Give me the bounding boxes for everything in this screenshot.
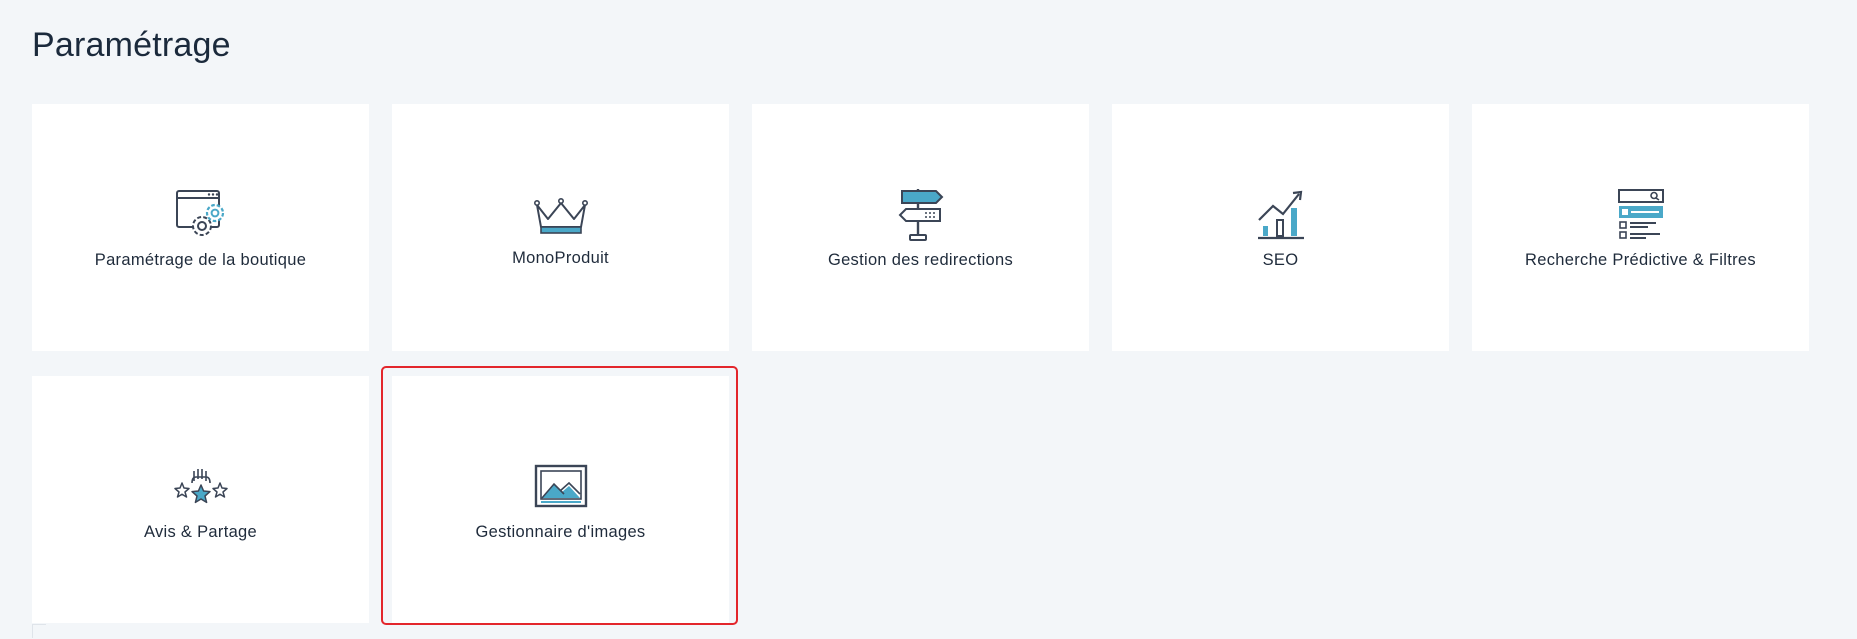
crown-icon xyxy=(531,187,591,247)
tile-redirections[interactable]: Gestion des redirections xyxy=(752,104,1089,351)
shop-settings-icon xyxy=(171,185,231,245)
tile-image-manager[interactable]: Gestionnaire d'images xyxy=(392,376,729,623)
tile-label: MonoProduit xyxy=(512,249,609,267)
corner-marker xyxy=(32,624,46,638)
tile-label: Recherche Prédictive & Filtres xyxy=(1525,251,1756,269)
tile-label: Gestionnaire d'images xyxy=(475,523,646,541)
tile-shop-settings[interactable]: Paramétrage de la boutique xyxy=(32,104,369,351)
search-filter-icon xyxy=(1611,185,1671,245)
tile-label: Paramétrage de la boutique xyxy=(94,251,307,269)
tile-seo[interactable]: SEO xyxy=(1112,104,1449,351)
signpost-icon xyxy=(891,185,951,245)
page-title: Paramétrage xyxy=(32,26,231,64)
stars-rating-icon xyxy=(171,457,231,517)
tile-label: SEO xyxy=(1262,251,1299,269)
tile-label: Avis & Partage xyxy=(143,523,258,541)
growth-chart-icon xyxy=(1251,185,1311,245)
tile-search-filters[interactable]: Recherche Prédictive & Filtres xyxy=(1472,104,1809,351)
tile-reviews-sharing[interactable]: Avis & Partage xyxy=(32,376,369,623)
tile-label: Gestion des redirections xyxy=(827,251,1014,269)
tile-monoproduit[interactable]: MonoProduit xyxy=(392,104,729,351)
settings-page: Paramétrage Paramétrage de la boutique M… xyxy=(0,0,1857,639)
image-icon xyxy=(531,457,591,517)
